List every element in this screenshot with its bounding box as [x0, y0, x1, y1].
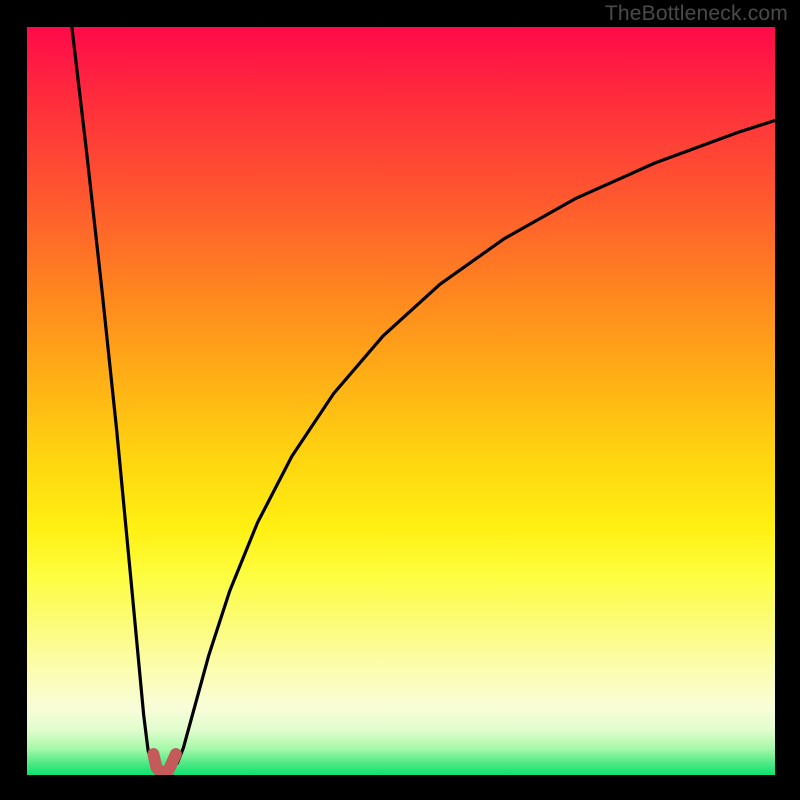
curve-left-branch — [72, 27, 157, 768]
watermark-text: TheBottleneck.com — [605, 2, 788, 26]
valley-marker — [153, 754, 175, 773]
curve-layer — [27, 27, 775, 775]
plot-area — [27, 27, 775, 775]
chart-frame: TheBottleneck.com — [0, 0, 800, 800]
curve-right-branch — [173, 121, 775, 768]
